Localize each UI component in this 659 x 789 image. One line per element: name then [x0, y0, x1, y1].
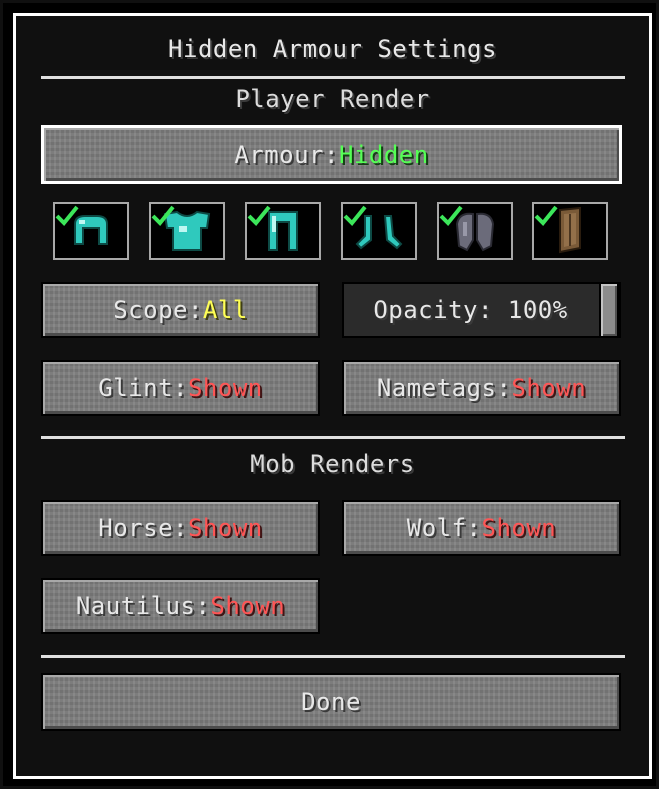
- nametags-button[interactable]: Nametags: Shown: [342, 360, 621, 416]
- nautilus-label: Nautilus:: [75, 592, 211, 620]
- separator-top: [41, 76, 625, 79]
- opacity-label: Opacity: 100%: [373, 296, 568, 324]
- horse-button[interactable]: Horse: Shown: [41, 500, 320, 556]
- glint-label: Glint:: [98, 374, 188, 402]
- scope-value: All: [202, 296, 248, 324]
- slot-elytra[interactable]: [437, 202, 513, 260]
- slot-boots[interactable]: [341, 202, 417, 260]
- slot-shield[interactable]: [532, 202, 608, 260]
- wolf-button[interactable]: Wolf: Shown: [342, 500, 621, 556]
- check-icon: [534, 205, 558, 226]
- scope-button[interactable]: Scope: All: [41, 282, 320, 338]
- check-icon: [343, 205, 367, 226]
- glint-button[interactable]: Glint: Shown: [41, 360, 320, 416]
- opacity-slider[interactable]: Opacity: 100%: [342, 282, 621, 338]
- separator-bottom: [41, 655, 625, 658]
- horse-label: Horse:: [98, 514, 188, 542]
- slot-chestplate[interactable]: [149, 202, 225, 260]
- done-button[interactable]: Done: [41, 673, 621, 731]
- armour-toggle-button[interactable]: Armour: Hidden: [41, 125, 622, 184]
- settings-screen: Hidden Armour Settings Player Render Arm…: [0, 0, 659, 789]
- nautilus-button[interactable]: Nautilus: Shown: [41, 578, 320, 634]
- scope-label: Scope:: [113, 296, 203, 324]
- check-icon: [151, 205, 175, 226]
- check-icon: [247, 205, 271, 226]
- section-mob-renders: Mob Renders: [250, 450, 415, 478]
- horse-value: Shown: [187, 514, 263, 542]
- glint-value: Shown: [187, 374, 263, 402]
- wolf-value: Shown: [481, 514, 557, 542]
- armour-label: Armour:: [234, 140, 339, 169]
- slot-leggings[interactable]: [245, 202, 321, 260]
- section-player-render: Player Render: [235, 85, 430, 113]
- separator-middle: [41, 436, 625, 439]
- done-label: Done: [301, 688, 361, 716]
- opacity-slider-handle[interactable]: [599, 282, 619, 338]
- check-icon: [55, 205, 79, 226]
- slot-helmet[interactable]: [53, 202, 129, 260]
- wolf-label: Wolf:: [406, 514, 482, 542]
- nametags-label: Nametags:: [376, 374, 512, 402]
- screen-title: Hidden Armour Settings: [168, 35, 497, 63]
- armour-value: Hidden: [338, 140, 429, 169]
- check-icon: [439, 205, 463, 226]
- nametags-value: Shown: [511, 374, 587, 402]
- nautilus-value: Shown: [210, 592, 286, 620]
